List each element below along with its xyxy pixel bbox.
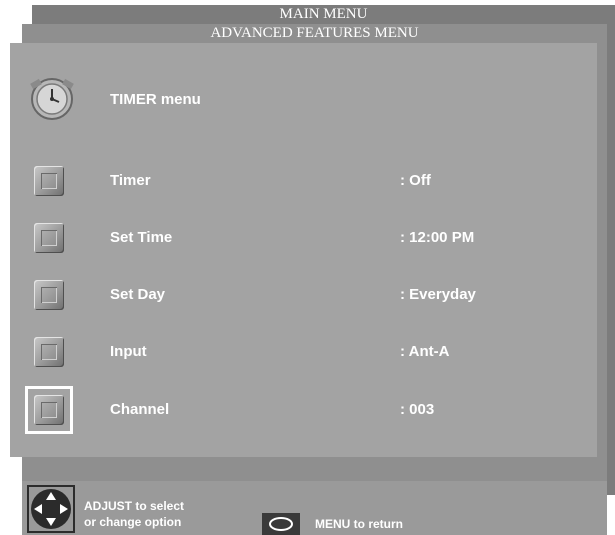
menu-item-button-icon [34,223,64,253]
timer-menu-title: TIMER menu [110,91,201,108]
menu-item-value: : 12:00 PM [400,229,475,246]
menu-return-hint: MENU to return [315,517,403,531]
menu-item-value: : Ant-A [400,343,450,360]
adjust-hint-line2: or change option [84,515,182,529]
main-menu-title: MAIN MENU [279,6,368,22]
menu-item-value: : 003 [400,401,435,418]
selection-highlight [25,386,73,434]
menu-item-set-time[interactable]: Set Time : 12:00 PM [10,214,597,262]
timer-menu-panel: TIMER menu Timer : Off Set Time : 12:00 … [10,43,597,457]
menu-item-value: : Everyday [400,286,476,303]
menu-item-label: Input [110,343,147,360]
menu-item-button-icon [34,280,64,310]
adjust-hint-line1: ADJUST to select [84,499,185,513]
menu-item-set-day[interactable]: Set Day : Everyday [10,271,597,319]
menu-item-value: : Off [400,172,431,189]
menu-item-label: Timer [110,172,151,189]
menu-item-input[interactable]: Input : Ant-A [10,328,597,376]
menu-item-label: Set Day [110,286,166,303]
menu-item-button-icon [34,166,64,196]
clock-icon [30,78,74,120]
menu-item-button-icon [34,337,64,367]
menu-item-channel[interactable]: Channel : 003 [10,386,597,434]
timer-menu-header: TIMER menu [10,73,597,127]
dpad-icon [27,485,75,533]
advanced-features-menu-title: ADVANCED FEATURES MENU [210,25,419,41]
menu-button-icon [262,513,300,535]
menu-item-label: Set Time [110,229,173,246]
menu-item-label: Channel [110,401,170,418]
footer-help-bar: ADJUST to select or change option MENU t… [22,481,607,535]
menu-item-timer[interactable]: Timer : Off [10,157,597,205]
